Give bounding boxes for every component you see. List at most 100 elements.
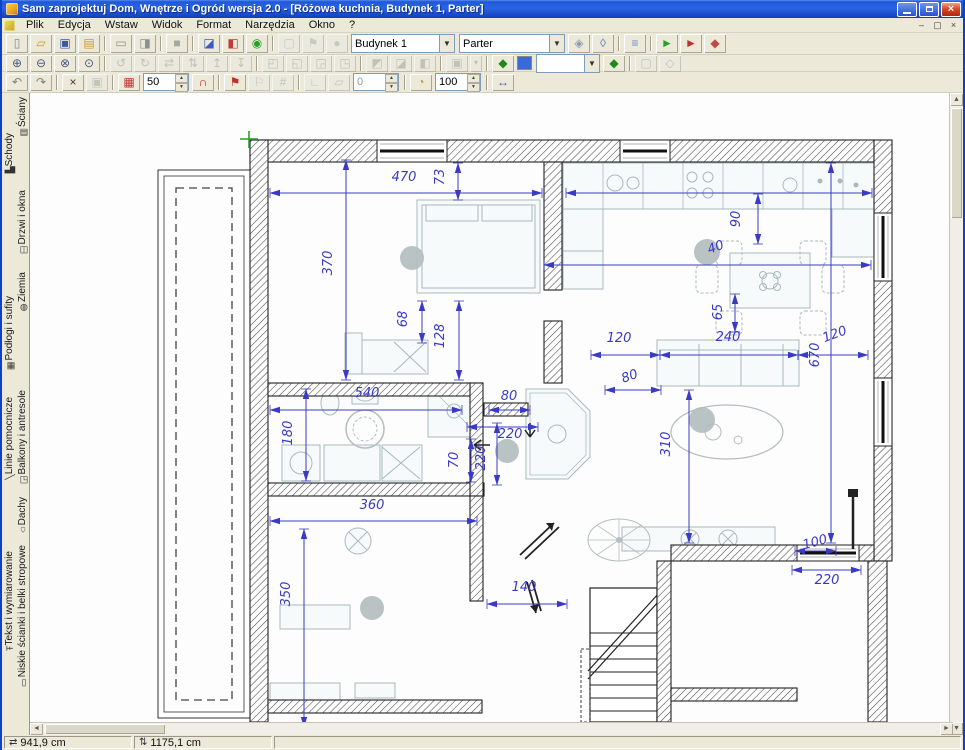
select-all-button[interactable]: ▣ [86, 74, 108, 91]
menu-format[interactable]: Format [189, 18, 238, 32]
chevron-down-icon[interactable]: ▼ [584, 55, 599, 72]
view-2d-button[interactable]: ◪ [198, 34, 220, 53]
orbit-left-button[interactable]: ↺ [110, 55, 132, 72]
project-panel-button[interactable]: ■ [166, 34, 188, 53]
sidebar-tab-ziemia[interactable]: ◍Ziemia [16, 272, 30, 315]
zoom-in-button[interactable]: ⊕ [6, 55, 28, 72]
dimension-mode-button[interactable]: ↔ [492, 74, 514, 91]
view-3d-button[interactable]: ◉ [246, 34, 268, 53]
walk-mode-button[interactable]: ► [656, 34, 678, 53]
menu-wstaw[interactable]: Wstaw [98, 18, 145, 32]
view-elevation-button[interactable]: ◧ [222, 34, 244, 53]
current-color-swatch[interactable] [517, 56, 532, 70]
shade-mode-button[interactable]: ◩ [366, 55, 388, 72]
magnet-snap-button[interactable]: ∩ [192, 74, 214, 91]
floor-manager-button[interactable]: ◊ [592, 34, 614, 53]
delete-button[interactable]: × [62, 74, 84, 91]
print-button[interactable]: ▭ [110, 34, 132, 53]
sidebar-tab-schody[interactable]: ▙Schody [3, 133, 17, 176]
floor-select[interactable]: Parter▼ [459, 34, 565, 53]
sidebar-tab-drzwi-i-okna[interactable]: ◫Drzwi i okna [16, 190, 30, 257]
close-button[interactable]: × [941, 2, 961, 17]
new-button[interactable]: ▯ [6, 34, 28, 53]
save-button[interactable]: ▣ [54, 34, 76, 53]
material-menu-button[interactable]: ▾ [470, 55, 482, 72]
comment-button[interactable]: ▢ [278, 34, 300, 53]
sidebar-tab-podłogi-i-sufity[interactable]: ▦Podłogi i sufity [3, 296, 17, 373]
parallel-snap-button[interactable]: ⚐ [248, 74, 270, 91]
view-top-button[interactable]: ◰ [262, 55, 284, 72]
sidebar-tab-dachy[interactable]: ⌂Dachy [16, 497, 30, 538]
mdi-close-button[interactable]: × [946, 19, 961, 31]
protractor-button[interactable]: ◔ [410, 74, 432, 91]
menu-okno[interactable]: Okno [302, 18, 342, 32]
undo-button[interactable]: ↶ [6, 74, 28, 91]
render-mode-button[interactable]: ◧ [414, 55, 436, 72]
open-button[interactable]: ▱ [30, 34, 52, 53]
sidebar-tab-ściany[interactable]: ▤Ściany [16, 97, 30, 140]
building-select[interactable]: Budynek 1▼ [351, 34, 455, 53]
chevron-down-icon[interactable]: ▼ [549, 35, 564, 52]
scroll-left-arrow[interactable]: ◄ [30, 723, 43, 735]
restore-button[interactable] [919, 2, 939, 17]
pan-vertical-button[interactable]: ⇅ [182, 55, 204, 72]
camera-view-button[interactable]: ◆ [704, 34, 726, 53]
pan-horizontal-button[interactable]: ⇄ [158, 55, 180, 72]
horizontal-scroll-thumb[interactable] [45, 724, 165, 734]
mdi-minimize-button[interactable]: – [914, 19, 929, 31]
angle-step-button[interactable]: ∟ [304, 74, 326, 91]
view-front-button[interactable]: ◱ [286, 55, 308, 72]
node-snap-button[interactable]: # [272, 74, 294, 91]
next-color-button[interactable]: ◆ [603, 55, 625, 72]
angle-snap-button[interactable]: ⚑ [224, 74, 246, 91]
marker-button[interactable]: ● [326, 34, 348, 53]
menu-plik[interactable]: Plik [19, 18, 51, 32]
layers-button[interactable]: ≡ [624, 34, 646, 53]
pattern-button[interactable]: ◇ [659, 55, 681, 72]
angle-spinner[interactable]: 0▲▼ [353, 73, 399, 91]
sidebar-tab-balkony-i-antresole[interactable]: ◱Balkony i antresole [16, 390, 30, 488]
scale-spinner[interactable]: 100▲▼ [435, 73, 481, 91]
texture-select[interactable]: ▼ [536, 54, 600, 73]
tilt-up-button[interactable]: ↥ [206, 55, 228, 72]
zoom-extents-button[interactable]: ⊗ [54, 55, 76, 72]
zoom-window-button[interactable]: ⊙ [78, 55, 100, 72]
orbit-right-button[interactable]: ↻ [134, 55, 156, 72]
scroll-right-arrow[interactable]: ► [940, 723, 953, 735]
spinner-down-icon[interactable]: ▼ [467, 83, 480, 92]
sidebar-tab-tekst-i-wymiarowanie[interactable]: ŦTekst i wymiarowanie [3, 551, 17, 654]
fill-style-button[interactable]: ▢ [635, 55, 657, 72]
prev-color-button[interactable]: ◆ [492, 55, 514, 72]
save-copy-button[interactable]: ▤ [78, 34, 100, 53]
wire-mode-button[interactable]: ◪ [390, 55, 412, 72]
view-iso-button[interactable]: ◳ [334, 55, 356, 72]
vertical-scrollbar[interactable]: ▲ ▼ [949, 93, 963, 735]
tilt-down-button[interactable]: ↧ [230, 55, 252, 72]
mdi-restore-button[interactable]: ▢ [930, 19, 945, 31]
spinner-up-icon[interactable]: ▲ [467, 74, 480, 83]
floorplan-canvas[interactable]: 4707337068128540180802207022036035014040… [30, 93, 953, 722]
minimize-button[interactable] [897, 2, 917, 17]
spinner-down-icon[interactable]: ▼ [175, 83, 188, 92]
vertical-scroll-thumb[interactable] [951, 108, 962, 218]
fly-mode-button[interactable]: ► [680, 34, 702, 53]
menu-narzdzia[interactable]: Narzędzia [238, 18, 302, 32]
print-preview-button[interactable]: ◨ [134, 34, 156, 53]
sidebar-tab-niskie-ścianki-i-belki-stropowe[interactable]: ▯Niskie ścianki i belki stropowe [16, 545, 30, 690]
menu-widok[interactable]: Widok [145, 18, 190, 32]
redo-button[interactable]: ↷ [30, 74, 52, 91]
mirror-button[interactable]: ▱ [328, 74, 350, 91]
zoom-out-button[interactable]: ⊖ [30, 55, 52, 72]
building-manager-button[interactable]: ◈ [568, 34, 590, 53]
sidebar-tab-linie-pomocnicze[interactable]: ╲Linie pomocnicze [3, 397, 17, 483]
horizontal-scrollbar[interactable]: ◄ ► [30, 722, 953, 735]
spinner-up-icon[interactable]: ▲ [175, 74, 188, 83]
spinner-up-icon[interactable]: ▲ [385, 74, 398, 83]
view-side-button[interactable]: ◲ [310, 55, 332, 72]
spinner-down-icon[interactable]: ▼ [385, 83, 398, 92]
flag-button[interactable]: ⚑ [302, 34, 324, 53]
material-button[interactable]: ▣ [446, 55, 468, 72]
menu-?[interactable]: ? [342, 18, 362, 32]
grid-snap-button[interactable]: ▦ [118, 74, 140, 91]
scroll-up-arrow[interactable]: ▲ [950, 93, 963, 106]
